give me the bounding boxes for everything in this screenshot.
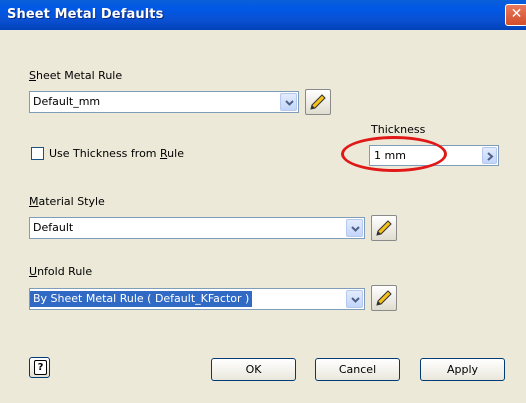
apply-button[interactable]: Apply bbox=[420, 358, 505, 381]
sheet-metal-defaults-dialog: Sheet Metal Defaults ✕ Sheet Metal Rule … bbox=[0, 0, 526, 403]
cancel-button[interactable]: Cancel bbox=[315, 358, 400, 381]
chevron-down-icon[interactable] bbox=[346, 219, 363, 237]
help-button[interactable]: ? bbox=[29, 357, 50, 378]
chevron-right-icon[interactable] bbox=[482, 147, 497, 164]
highlight-ring bbox=[341, 136, 447, 172]
pencil-icon bbox=[376, 290, 392, 306]
edit-sheet-metal-rule-button[interactable] bbox=[305, 89, 331, 115]
ok-button[interactable]: OK bbox=[211, 358, 296, 381]
sheet-metal-rule-select[interactable]: Default_mm bbox=[29, 91, 299, 113]
material-style-select[interactable]: Default bbox=[29, 217, 365, 239]
title-bar[interactable]: Sheet Metal Defaults ✕ bbox=[0, 0, 526, 30]
edit-material-style-button[interactable] bbox=[371, 215, 397, 241]
use-thickness-label: Use Thickness from Rule bbox=[49, 147, 184, 160]
unfold-rule-select[interactable]: By Sheet Metal Rule ( Default_KFactor ) bbox=[29, 288, 365, 310]
close-icon: ✕ bbox=[510, 6, 523, 22]
close-button[interactable]: ✕ bbox=[505, 4, 526, 26]
material-style-value: Default bbox=[33, 221, 74, 234]
window-title: Sheet Metal Defaults bbox=[7, 7, 164, 22]
help-icon: ? bbox=[34, 360, 47, 375]
thickness-label: Thickness bbox=[371, 123, 426, 136]
unfold-rule-value: By Sheet Metal Rule ( Default_KFactor ) bbox=[30, 291, 253, 307]
chevron-down-icon[interactable] bbox=[346, 290, 363, 308]
chevron-down-icon[interactable] bbox=[280, 93, 297, 111]
edit-unfold-rule-button[interactable] bbox=[371, 285, 397, 311]
pencil-icon bbox=[310, 94, 326, 110]
material-style-label: Material Style bbox=[29, 195, 105, 208]
sheet-metal-rule-value: Default_mm bbox=[33, 95, 101, 108]
use-thickness-checkbox[interactable] bbox=[31, 147, 44, 160]
unfold-rule-label: Unfold Rule bbox=[29, 265, 93, 278]
pencil-icon bbox=[376, 220, 392, 236]
sheet-metal-rule-label: Sheet Metal Rule bbox=[29, 69, 123, 82]
